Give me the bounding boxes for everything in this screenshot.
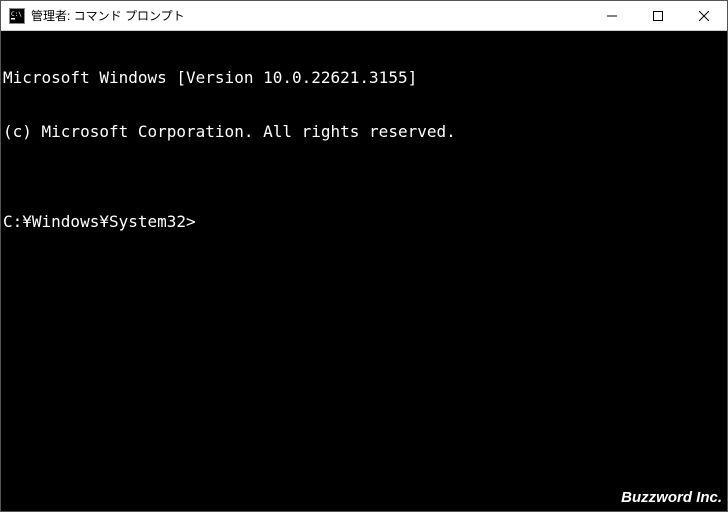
maximize-button[interactable] — [635, 1, 681, 30]
minimize-button[interactable] — [589, 1, 635, 30]
terminal-output-line: Microsoft Windows [Version 10.0.22621.31… — [3, 69, 727, 87]
close-button[interactable] — [681, 1, 727, 30]
svg-text:C:\: C:\ — [11, 11, 22, 18]
terminal-area[interactable]: Microsoft Windows [Version 10.0.22621.31… — [1, 31, 727, 511]
window-controls — [589, 1, 727, 30]
terminal-output-line: (c) Microsoft Corporation. All rights re… — [3, 123, 727, 141]
watermark: Buzzword Inc. — [621, 489, 722, 506]
cmd-icon: C:\ — [9, 8, 25, 24]
command-prompt-window: C:\ 管理者: コマンド プロンプト Microsoft Windows [V… — [0, 0, 728, 512]
cursor — [196, 213, 204, 229]
prompt-line: C:¥Windows¥System32> — [3, 213, 727, 231]
titlebar[interactable]: C:\ 管理者: コマンド プロンプト — [1, 1, 727, 31]
window-title: 管理者: コマンド プロンプト — [31, 7, 589, 24]
prompt-text: C:¥Windows¥System32> — [3, 213, 196, 231]
